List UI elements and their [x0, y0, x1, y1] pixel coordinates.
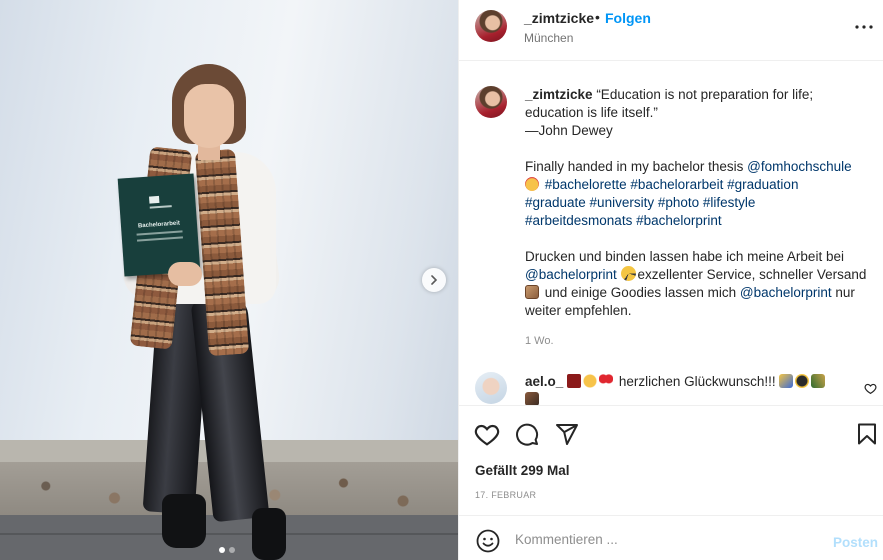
photo-pavement: [0, 515, 458, 560]
chevron-right-icon: [431, 275, 438, 285]
clinking-glasses-emoji-icon: [525, 392, 539, 405]
photo-person-boot: [162, 494, 206, 548]
more-options-button[interactable]: [853, 16, 875, 38]
caption-text: weiter empfehlen.: [525, 303, 632, 318]
avatar[interactable]: [475, 10, 507, 42]
photo-person-hand: [168, 262, 202, 286]
carousel-dot-active: [219, 547, 225, 553]
separator-dot: •: [595, 9, 600, 25]
caption-text: Drucken und binden lassen habe ich meine…: [525, 249, 844, 264]
thesis-line: [149, 205, 172, 209]
post-date[interactable]: 17. FEBRUAR: [475, 490, 536, 500]
comment-username[interactable]: ael.o_: [525, 374, 563, 389]
thesis-title: Bachelorarbeit: [137, 220, 181, 230]
author-username[interactable]: _zimtzicke: [524, 10, 594, 26]
smiling-face-emoji-icon: [525, 177, 539, 191]
photo-person-boot: [252, 508, 286, 560]
save-button[interactable]: [853, 420, 881, 448]
share-button[interactable]: [553, 420, 581, 448]
avatar[interactable]: [475, 372, 507, 404]
post-media[interactable]: Bachelorarbeit: [0, 0, 458, 560]
caption-quote: education is life itself.”: [525, 105, 658, 120]
emoji-picker-button[interactable]: [475, 528, 501, 554]
comment-bubble-icon: [516, 423, 539, 446]
caption-text: nur: [831, 285, 855, 300]
comment-text: herzlichen Glückwunsch!!!: [618, 374, 776, 389]
caption-age[interactable]: 1 Wo.: [525, 335, 554, 347]
like-comment-button[interactable]: [864, 382, 878, 396]
comments-list[interactable]: _zimtzicke “Education is not preparation…: [459, 62, 883, 405]
comment-input[interactable]: [515, 528, 815, 550]
mention-link[interactable]: @bachelorprint: [740, 285, 832, 300]
mention-link[interactable]: @fomhochschule: [747, 159, 852, 174]
caption-text: Finally handed in my bachelor thesis: [525, 159, 748, 174]
sparkling-heart-emoji-icon: [567, 374, 582, 388]
post-comment-button[interactable]: Posten: [833, 535, 878, 550]
party-popper-emoji-icon: [779, 374, 794, 388]
hashtag-link[interactable]: #graduate #university #photo #lifestyle: [525, 194, 877, 212]
add-comment-bar: Posten: [459, 515, 883, 560]
thesis-logo: [148, 195, 160, 204]
likes-count[interactable]: Gefällt 299 Mal: [475, 463, 570, 478]
carousel-next-button[interactable]: [422, 268, 446, 292]
post-header: _zimtzicke • Folgen München: [459, 0, 883, 61]
comment-button[interactable]: [513, 420, 541, 448]
sparkles-emoji-icon: [620, 266, 636, 281]
post-sidebar: _zimtzicke • Folgen München _zimtzicke “…: [458, 0, 883, 560]
follow-button[interactable]: Folgen: [605, 10, 651, 26]
carousel-dot: [229, 547, 235, 553]
carousel-indicator: [219, 547, 235, 553]
champagne-emoji-icon: [811, 374, 826, 388]
package-emoji-icon: [525, 285, 539, 299]
smiley-icon: [476, 529, 500, 553]
caption-text: und einige Goodies lassen mich: [541, 285, 740, 300]
thesis-subline: [136, 236, 183, 242]
graduation-cap-emoji-icon: [795, 374, 810, 388]
more-horizontal-icon: [855, 25, 873, 29]
caption-quote: “Education is not preparation for life;: [596, 87, 814, 102]
paper-plane-icon: [556, 424, 578, 445]
caption-username[interactable]: _zimtzicke: [525, 87, 593, 102]
location-link[interactable]: München: [524, 31, 573, 45]
post-actions: Gefällt 299 Mal 17. FEBRUAR: [459, 405, 883, 515]
comment-item: ael.o_ herzlichen Glückwunsch!!!: [525, 373, 861, 405]
hashtag-link[interactable]: #arbeitdesmonats #bachelorprint: [525, 212, 877, 230]
like-button[interactable]: [473, 420, 501, 448]
thesis-subline: [136, 230, 183, 236]
heart-outline-icon: [474, 424, 500, 446]
post-caption: _zimtzicke “Education is not preparation…: [525, 86, 877, 320]
avatar[interactable]: [475, 86, 507, 118]
caption-text: exzellenter Service, schneller Versand: [637, 267, 867, 282]
photo-person-face: [184, 84, 234, 148]
red-heart-emoji-icon: [599, 374, 614, 388]
bookmark-icon: [858, 423, 876, 445]
mention-link[interactable]: @bachelorprint: [525, 267, 617, 282]
caption-quote-author: —John Dewey: [525, 123, 613, 138]
star-eyes-emoji-icon: [583, 374, 598, 388]
hashtag-link[interactable]: #bachelorette #bachelorarbeit #graduatio…: [545, 177, 799, 192]
heart-outline-icon: [864, 383, 877, 395]
